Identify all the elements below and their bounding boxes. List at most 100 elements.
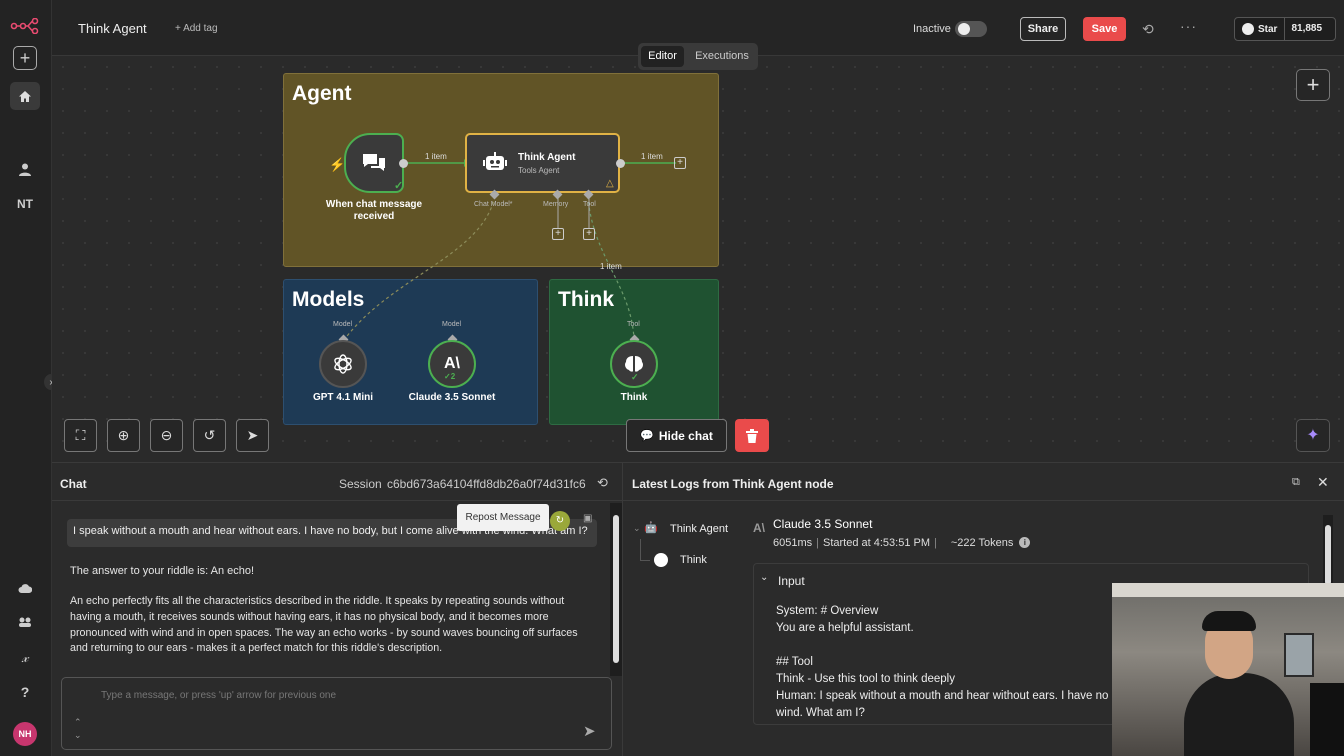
- star-label: Star: [1258, 23, 1278, 35]
- success-check-icon: ✓: [394, 180, 404, 192]
- trigger-node-label: When chat message received: [325, 199, 423, 222]
- home-icon[interactable]: [10, 82, 40, 110]
- logs-scrollbar-thumb[interactable]: [1325, 525, 1331, 585]
- hide-chat-button[interactable]: 💬 Hide chat: [626, 419, 727, 452]
- log-duration: 6051ms: [773, 537, 813, 549]
- zoom-in-button[interactable]: ⊕: [107, 419, 140, 452]
- add-next-node-icon[interactable]: +: [674, 157, 686, 169]
- close-logs-icon[interactable]: ✕: [1317, 474, 1329, 491]
- add-tag-link[interactable]: + Add tag: [175, 23, 218, 34]
- templates-icon[interactable]: [10, 608, 40, 636]
- workflow-canvas[interactable]: Editor Executions Agent Models Think ⚡ ✓…: [52, 43, 1344, 462]
- microphone-arm: [1310, 683, 1344, 756]
- trash-icon: [746, 428, 758, 443]
- person-hair: [1202, 611, 1256, 631]
- tree-think[interactable]: Think: [680, 554, 707, 566]
- brain-icon: [625, 356, 643, 372]
- meta-separator: |: [816, 537, 819, 549]
- popout-icon[interactable]: ⧉: [1292, 476, 1300, 489]
- workflow-name[interactable]: Think Agent: [78, 21, 147, 36]
- tree-think-agent[interactable]: Think Agent: [670, 523, 728, 535]
- chat-scrollbar[interactable]: [610, 503, 622, 676]
- chat-scrollbar-thumb[interactable]: [613, 515, 619, 663]
- claude-model-label: Claude 3.5 Sonnet: [408, 392, 496, 403]
- sparkle-icon: ✦: [1306, 427, 1320, 444]
- zoom-in-icon: ⊕: [117, 427, 130, 443]
- chat-bubbles-icon: [363, 154, 385, 171]
- variables-icon[interactable]: 𝓍: [10, 643, 40, 671]
- undo-icon: ↺: [203, 427, 216, 443]
- add-node-button[interactable]: +: [1296, 69, 1330, 101]
- add-memory-icon[interactable]: +: [552, 228, 564, 240]
- send-icon[interactable]: ➤: [583, 722, 596, 740]
- zoom-out-button[interactable]: ⊖: [150, 419, 183, 452]
- anthropic-icon: A\: [444, 355, 460, 372]
- meta-separator: |: [934, 537, 937, 549]
- model1-port-label: Model: [333, 321, 353, 328]
- input-section-label[interactable]: Input: [778, 574, 805, 588]
- log-model-name: Claude 3.5 Sonnet: [773, 517, 873, 531]
- session-label: Session: [339, 477, 382, 491]
- warning-icon: △: [606, 178, 614, 189]
- connections-layer: [343, 159, 676, 341]
- ai-assistant-button[interactable]: ✦: [1296, 419, 1330, 452]
- logs-header-divider: [623, 500, 1344, 501]
- openai-icon: [334, 354, 352, 374]
- log-started: Started at 4:53:51 PM: [823, 537, 931, 549]
- info-icon[interactable]: i: [1019, 537, 1031, 548]
- history-arrows-icon[interactable]: ⌃ ⌄: [74, 716, 82, 742]
- avatar[interactable]: NH: [13, 722, 37, 746]
- n8n-logo-icon[interactable]: [10, 12, 40, 40]
- clear-execution-button[interactable]: [735, 419, 769, 452]
- trigger-bolt-icon: ⚡: [329, 157, 346, 172]
- webcam-overlay: [1112, 583, 1344, 756]
- chat-icon: 💬: [640, 430, 654, 442]
- reset-zoom-button[interactable]: ↺: [193, 419, 226, 452]
- share-button[interactable]: Share: [1020, 17, 1066, 41]
- github-icon: [1242, 23, 1254, 35]
- ceiling: [1112, 583, 1344, 597]
- agent-node-subtitle: Tools Agent: [518, 166, 560, 175]
- chat-header-divider: [52, 500, 622, 501]
- tidy-up-button[interactable]: ➤: [236, 419, 269, 452]
- chat-model-port-label: Chat Model*: [474, 201, 513, 208]
- zoom-out-icon: ⊖: [160, 427, 173, 443]
- person-body: [1184, 673, 1294, 756]
- edge-label-2: 1 item: [641, 152, 663, 161]
- think-port-label: Tool: [627, 321, 640, 328]
- chat-input-box[interactable]: Type a message, or press 'up' arrow for …: [61, 677, 612, 750]
- active-toggle[interactable]: [955, 21, 987, 37]
- history-icon[interactable]: ⟲: [1142, 21, 1154, 38]
- cloud-icon[interactable]: [10, 574, 40, 602]
- reset-session-icon[interactable]: ⟲: [597, 475, 608, 491]
- input-collapse-icon[interactable]: ⌄: [760, 572, 768, 583]
- save-button[interactable]: Save: [1083, 17, 1126, 41]
- logs-scrollbar[interactable]: [1323, 515, 1333, 587]
- log-tokens: ~222 Tokens: [950, 537, 1014, 549]
- edge-label-1: 1 item: [425, 152, 447, 161]
- github-star-button[interactable]: Star 81,885: [1234, 17, 1336, 41]
- star-count: 81,885: [1284, 18, 1322, 40]
- copy-message-icon[interactable]: ▣: [583, 513, 592, 524]
- think-agent-node[interactable]: Think Agent Tools Agent △: [465, 133, 620, 193]
- agent-output-port[interactable]: [616, 159, 625, 168]
- tool-edge-label: 1 item: [600, 262, 622, 271]
- active-status-label: Inactive: [913, 23, 951, 35]
- more-options-icon[interactable]: ···: [1180, 18, 1197, 34]
- help-icon[interactable]: ?: [10, 678, 40, 706]
- add-workflow-icon[interactable]: +: [13, 46, 37, 70]
- project-initials[interactable]: NT: [10, 190, 40, 218]
- repost-message-icon[interactable]: ↻: [550, 511, 570, 531]
- output-port[interactable]: [399, 159, 408, 168]
- wall-picture: [1284, 633, 1314, 677]
- hide-chat-label: Hide chat: [658, 428, 713, 443]
- gpt-model-node[interactable]: [319, 340, 367, 388]
- user-icon[interactable]: [10, 155, 40, 183]
- robot-icon: [483, 152, 507, 172]
- collapse-tree-icon[interactable]: ⌄: [633, 523, 641, 534]
- chat-panel-title: Chat: [60, 477, 87, 491]
- log-meta: 6051ms | Started at 4:53:51 PM | ~222 To…: [773, 537, 1031, 549]
- fit-view-button[interactable]: ⛶: [64, 419, 97, 452]
- fullscreen-icon: ⛶: [75, 427, 86, 443]
- add-tool-icon[interactable]: +: [583, 228, 595, 240]
